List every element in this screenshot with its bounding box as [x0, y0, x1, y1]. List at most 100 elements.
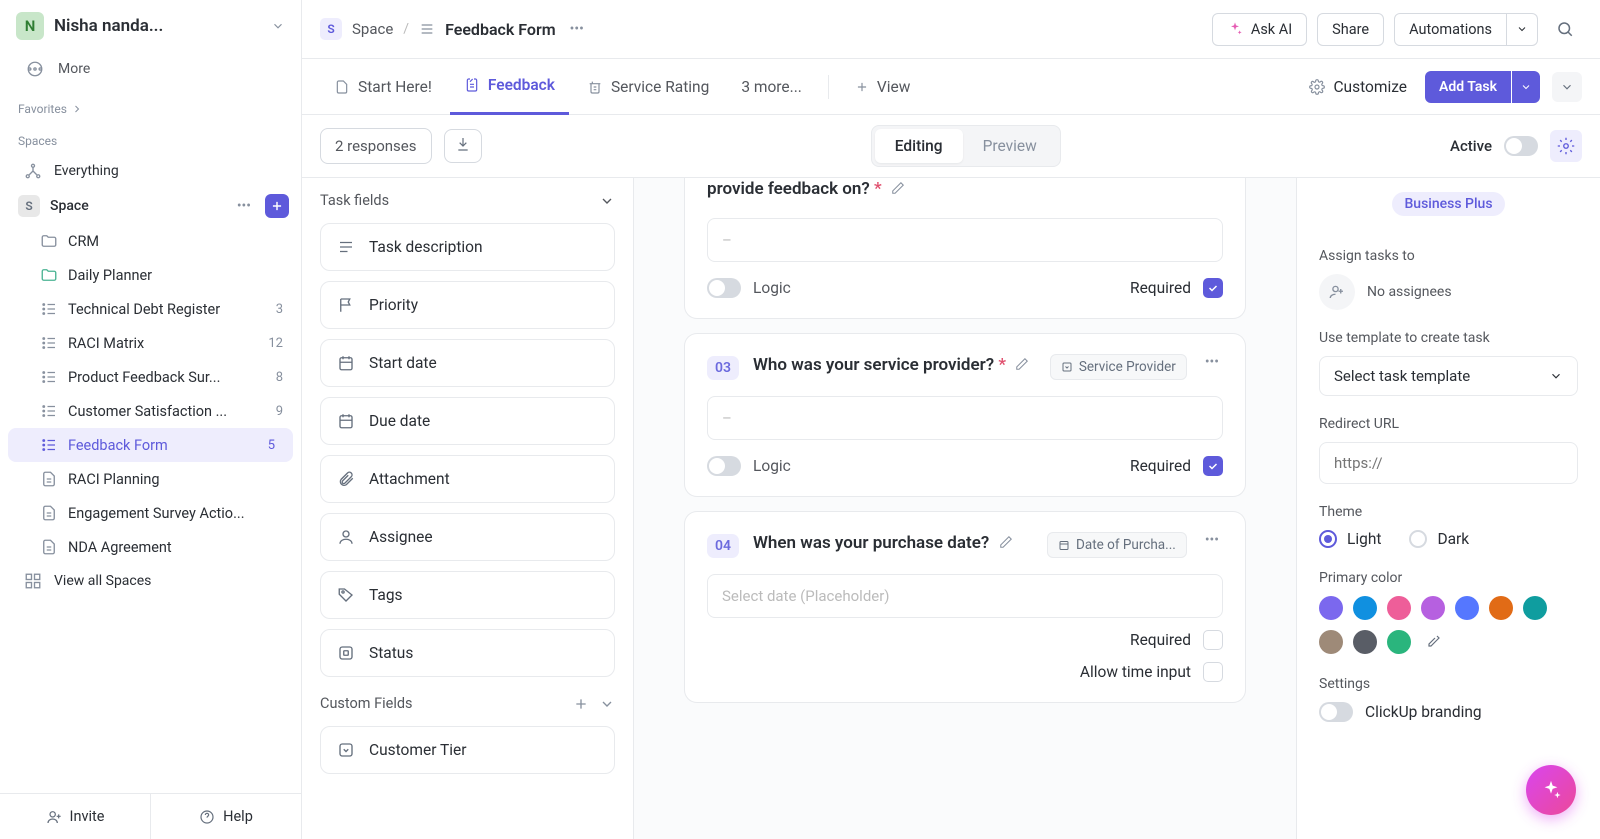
ai-fab[interactable]: [1526, 765, 1576, 815]
responses-pill[interactable]: 2 responses: [320, 128, 432, 164]
edit-title[interactable]: [999, 535, 1013, 553]
breadcrumb-space-badge[interactable]: S: [320, 18, 342, 40]
field-status[interactable]: Status: [320, 629, 615, 677]
plan-badge[interactable]: Business Plus: [1392, 192, 1504, 216]
form-canvas: provide feedback on? * – Logic Required: [634, 178, 1296, 839]
chevron-down-icon[interactable]: [599, 696, 615, 712]
automations-dropdown[interactable]: [1507, 13, 1538, 46]
sidebar-item-raci-matrix[interactable]: RACI Matrix 12: [0, 326, 301, 360]
editing-tab[interactable]: Editing: [875, 129, 963, 163]
color-swatch[interactable]: [1387, 630, 1411, 654]
field-badge[interactable]: Service Provider: [1050, 354, 1187, 380]
field-priority[interactable]: Priority: [320, 281, 615, 329]
task-fields-header[interactable]: Task fields: [320, 192, 615, 209]
sidebar-item-daily-planner[interactable]: Daily Planner: [0, 258, 301, 292]
color-swatch[interactable]: [1353, 630, 1377, 654]
sidebar-item-product-feedback[interactable]: Product Feedback Sur... 8: [0, 360, 301, 394]
everything-nav[interactable]: Everything: [0, 154, 301, 188]
color-swatch[interactable]: [1319, 630, 1343, 654]
assignee-picker[interactable]: No assignees: [1319, 274, 1578, 310]
redirect-url-input[interactable]: [1319, 442, 1578, 484]
automations-button[interactable]: Automations: [1394, 13, 1507, 46]
breadcrumb-page[interactable]: Feedback Form: [445, 20, 556, 39]
preview-tab[interactable]: Preview: [963, 129, 1057, 163]
download-responses[interactable]: [444, 129, 482, 163]
tab-feedback[interactable]: Feedback: [450, 59, 569, 115]
theme-dark[interactable]: Dark: [1409, 530, 1469, 548]
question-input[interactable]: –: [707, 218, 1223, 262]
space-row[interactable]: S Space •••: [0, 188, 301, 224]
question-input[interactable]: –: [707, 396, 1223, 440]
add-view[interactable]: View: [841, 59, 925, 115]
question-menu[interactable]: •••: [1201, 354, 1223, 370]
question-card-partial[interactable]: provide feedback on? * – Logic Required: [685, 178, 1245, 318]
sidebar-more[interactable]: More: [0, 52, 301, 90]
form-settings-button[interactable]: [1550, 130, 1582, 162]
radio-label: Light: [1347, 530, 1381, 548]
question-date-input[interactable]: Select date (Placeholder): [707, 574, 1223, 618]
question-card-3[interactable]: 03 Who was your service provider? * Serv…: [685, 334, 1245, 496]
question-card-4[interactable]: 04 When was your purchase date? Date of …: [685, 512, 1245, 702]
search-button[interactable]: [1548, 12, 1582, 46]
branding-toggle[interactable]: [1319, 702, 1353, 722]
field-customer-tier[interactable]: Customer Tier: [320, 726, 615, 774]
tab-start-here[interactable]: Start Here!: [320, 59, 446, 115]
sidebar-item-crm[interactable]: CRM: [0, 224, 301, 258]
share-button[interactable]: Share: [1317, 13, 1384, 46]
add-task-button[interactable]: Add Task: [1425, 71, 1511, 103]
logic-label: Logic: [753, 279, 791, 297]
view-menu[interactable]: [1552, 72, 1582, 102]
tabs-overflow[interactable]: 3 more...: [727, 59, 816, 115]
tab-service-rating[interactable]: Service Rating: [573, 59, 723, 115]
sidebar-item-raci-planning[interactable]: RACI Planning: [0, 462, 301, 496]
ask-ai-button[interactable]: Ask AI: [1212, 13, 1307, 46]
sidebar-item-engagement[interactable]: Engagement Survey Actio...: [0, 496, 301, 530]
sidebar-item-tech-debt[interactable]: Technical Debt Register 3: [0, 292, 301, 326]
color-swatch[interactable]: [1421, 596, 1445, 620]
edit-title[interactable]: [891, 181, 905, 199]
logic-toggle[interactable]: [707, 456, 741, 476]
breadcrumb-menu[interactable]: •••: [566, 19, 588, 39]
sidebar-item-feedback-form[interactable]: Feedback Form 5: [8, 428, 293, 462]
space-add[interactable]: [265, 194, 289, 218]
theme-light[interactable]: Light: [1319, 530, 1381, 548]
field-badge[interactable]: Date of Purcha...: [1047, 532, 1187, 558]
color-swatch[interactable]: [1523, 596, 1547, 620]
breadcrumb-space[interactable]: Space: [352, 20, 393, 38]
template-select[interactable]: Select task template: [1319, 356, 1578, 396]
plus-icon[interactable]: [573, 696, 589, 712]
invite-button[interactable]: Invite: [0, 794, 150, 839]
required-checkbox[interactable]: [1203, 456, 1223, 476]
add-task-dropdown[interactable]: [1512, 71, 1540, 103]
color-swatch[interactable]: [1489, 596, 1513, 620]
help-button[interactable]: Help: [150, 794, 301, 839]
color-swatch[interactable]: [1353, 596, 1377, 620]
color-picker[interactable]: [1421, 630, 1445, 654]
color-swatch[interactable]: [1387, 596, 1411, 620]
field-task-description[interactable]: Task description: [320, 223, 615, 271]
required-checkbox[interactable]: [1203, 278, 1223, 298]
allow-time-checkbox[interactable]: [1203, 662, 1223, 682]
required-checkbox[interactable]: [1203, 630, 1223, 650]
favorites-section[interactable]: Favorites: [0, 90, 301, 122]
customize-button[interactable]: Customize: [1295, 59, 1421, 115]
question-menu[interactable]: •••: [1201, 532, 1223, 548]
field-attachment[interactable]: Attachment: [320, 455, 615, 503]
logic-toggle[interactable]: [707, 278, 741, 298]
workspace-switcher[interactable]: N Nisha nanda...: [0, 0, 301, 52]
field-due-date[interactable]: Due date: [320, 397, 615, 445]
edit-title[interactable]: [1015, 357, 1029, 375]
color-swatch[interactable]: [1319, 596, 1343, 620]
color-swatch[interactable]: [1455, 596, 1479, 620]
sidebar-item-csat[interactable]: Customer Satisfaction ... 9: [0, 394, 301, 428]
view-all-spaces[interactable]: View all Spaces: [0, 564, 301, 598]
check-icon: [1207, 282, 1219, 294]
logic-label: Logic: [753, 457, 791, 475]
field-assignee[interactable]: Assignee: [320, 513, 615, 561]
space-menu[interactable]: •••: [233, 196, 255, 216]
active-toggle[interactable]: [1504, 136, 1538, 156]
check-icon: [1207, 460, 1219, 472]
sidebar-item-nda[interactable]: NDA Agreement: [0, 530, 301, 564]
field-start-date[interactable]: Start date: [320, 339, 615, 387]
field-tags[interactable]: Tags: [320, 571, 615, 619]
